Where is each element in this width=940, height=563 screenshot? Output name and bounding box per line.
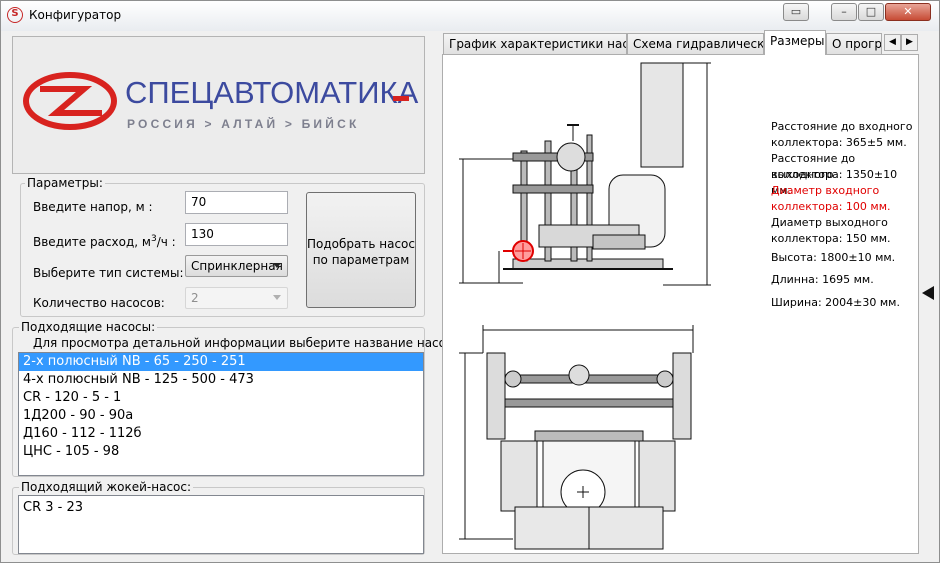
pumps-group-label: Подходящие насосы: [19,320,158,334]
list-item[interactable]: CR - 120 - 5 - 1 [19,389,423,407]
pumps-list[interactable]: 2-х полюсный NB - 65 - 250 - 251 4-х пол… [18,352,424,476]
title-bar[interactable]: S Конфигуратор ▭ – □ ✕ [1,1,939,31]
length-value: Длинна: 1695 мм. [771,273,874,286]
restore-icon[interactable]: ▭ [783,3,809,21]
list-item[interactable]: 1Д200 - 90 - 90а [19,407,423,425]
company-logo-icon [23,72,117,130]
inlet-diameter-line2: коллектора: 100 мм. [771,200,891,213]
tab-dimensions[interactable]: Размеры [764,30,826,55]
logo-title: СПЕЦАВТОМАТИКА [125,75,419,110]
close-button[interactable]: ✕ [885,3,931,21]
tab-about[interactable]: О прогр [826,33,882,54]
flow-input[interactable]: 130 [185,223,288,246]
flow-label-unit: /ч : [156,235,176,249]
logo-dash [393,96,409,101]
inlet-distance-line2: коллектора: 365±5 мм. [771,136,907,149]
flow-label-text: Введите расход, м [33,235,151,249]
jockey-group-label: Подходящий жокей-насос: [19,480,194,494]
head-label: Введите напор, м : [33,200,153,214]
parameters-group-label: Параметры: [25,176,105,190]
head-input[interactable]: 70 [185,191,288,214]
list-item[interactable]: 4-х полюсный NB - 125 - 500 - 473 [19,371,423,389]
tab-scroll-right-icon[interactable]: ▶ [901,34,918,51]
tab-pump-curve[interactable]: График характеристики насоса [443,33,627,54]
tab-hydraulic-scheme[interactable]: Схема гидравлическая [627,33,764,54]
pumps-hint: Для просмотра детальной информации выбер… [33,336,464,350]
minimize-button[interactable]: – [831,3,857,21]
logo-subtitle: РОССИЯ > АЛТАЙ > БИЙСК [127,117,360,131]
select-pump-button[interactable]: Подобрать насос по параметрам [306,192,416,308]
dimensions-tab-page: Расстояние до входного коллектора: 365±5… [442,54,919,554]
system-type-label: Выберите тип системы: [33,266,184,280]
pump-count-select[interactable]: 2 [185,287,288,309]
system-type-value: Спринклерная [191,259,283,273]
pointer-arrow-icon [922,286,934,300]
app-logo-icon: S [7,7,23,23]
tab-scroll-left-icon[interactable]: ◀ [884,34,901,51]
configurator-window: S Конфигуратор ▭ – □ ✕ СПЕЦАВТОМАТИКА РО… [0,0,940,563]
company-logo-panel: СПЕЦАВТОМАТИКА РОССИЯ > АЛТАЙ > БИЙСК [12,36,425,174]
outlet-diameter-line1: Диаметр выходного [771,216,888,229]
list-item[interactable]: ЦНС - 105 - 98 [19,443,423,461]
height-value: Высота: 1800±10 мм. [771,251,896,264]
chevron-down-icon [273,263,281,268]
list-item[interactable]: Д160 - 112 - 112б [19,425,423,443]
inlet-distance-line1: Расстояние до входного [771,120,913,133]
chevron-down-icon [273,295,281,300]
list-item[interactable]: 2-х полюсный NB - 65 - 250 - 251 [19,353,423,371]
width-value: Ширина: 2004±30 мм. [771,296,900,309]
pump-count-label: Количество насосов: [33,296,165,310]
inlet-diameter-line1: Диаметр входного [771,184,880,197]
outlet-diameter-line2: коллектора: 150 мм. [771,232,891,245]
flow-label: Введите расход, м3/ч : [33,234,176,249]
pump-station-drawing [459,62,711,550]
jockey-list[interactable]: CR 3 - 23 [18,495,424,554]
maximize-button[interactable]: □ [858,3,884,21]
window-title: Конфигуратор [29,8,122,22]
pump-count-value: 2 [191,291,199,305]
system-type-select[interactable]: Спринклерная [185,255,288,277]
